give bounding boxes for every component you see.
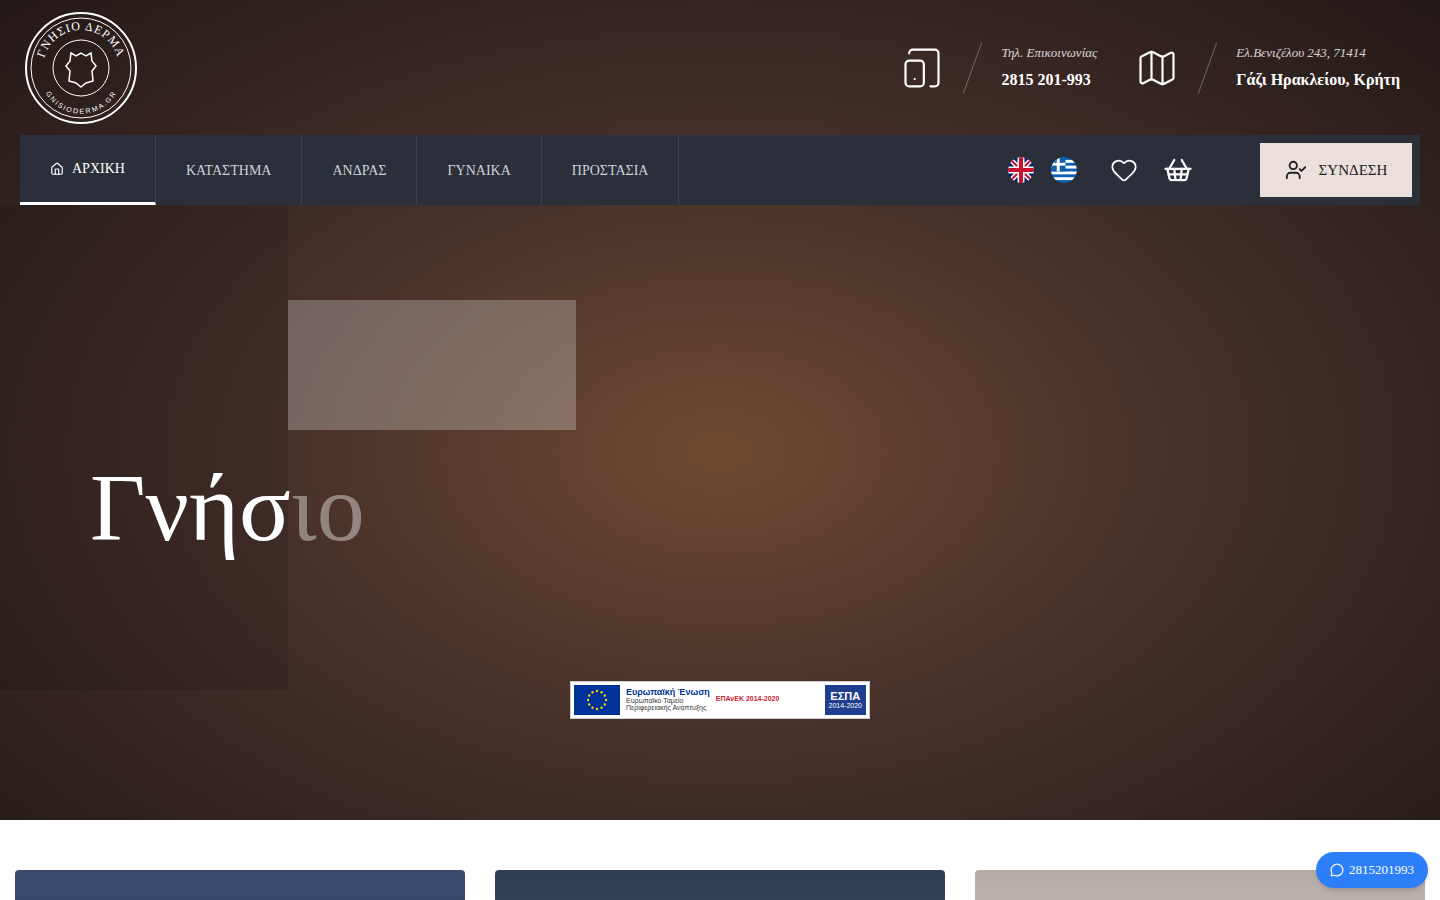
top-header: ΓΝΗΣΙΟ ΔΕΡΜΑGNISIODERMA.GR Τηλ. Επικοινων…: [0, 0, 1440, 135]
wishlist-heart-icon[interactable]: [1110, 156, 1138, 184]
hero: ΓΝΗΣΙΟ ΔΕΡΜΑGNISIODERMA.GR Τηλ. Επικοινων…: [0, 0, 1440, 820]
svg-text:GNISIODERMA.GR: GNISIODERMA.GR: [45, 89, 118, 114]
eu-text: Ευρωπαϊκή Ένωση: [626, 688, 710, 697]
contact-item: Τηλ. Επικοινωνίας 2815 201-993: [900, 41, 1097, 95]
logo[interactable]: ΓΝΗΣΙΟ ΔΕΡΜΑGNISIODERMA.GR: [24, 11, 138, 125]
nav-item[interactable]: ΓΥΝΑΙΚΑ: [417, 135, 541, 205]
divider: [1198, 42, 1217, 93]
greek-flag-icon[interactable]: [1051, 157, 1077, 183]
eu-flag-icon: [574, 685, 620, 715]
category-cards: [0, 820, 1440, 900]
leather-hide-icon: [66, 53, 96, 87]
category-card[interactable]: [495, 870, 945, 900]
chat-bubble-icon: [1330, 863, 1344, 877]
fund-text: Ευρωπαϊκό Ταμείο: [626, 697, 710, 704]
divider: [963, 42, 982, 93]
main-nav: ΑΡΧΙΚΗΚΑΤΑΣΤΗΜΑΑΝΔΡΑΣΓΥΝΑΙΚΑΠΡΟΣΤΑΣΙΑ ΣΥΝ…: [20, 135, 1420, 205]
fund-text: Περιφερειακής Ανάπτυξης: [626, 704, 710, 711]
contact-label: Τηλ. Επικοινωνίας: [1001, 43, 1097, 63]
contact-value[interactable]: 2815 201-993: [1001, 68, 1097, 92]
cart-basket-icon[interactable]: [1163, 155, 1193, 185]
contact-value[interactable]: Γάζι Ηρακλείου, Κρήτη: [1236, 68, 1400, 92]
nav-item[interactable]: ΑΝΔΡΑΣ: [302, 135, 417, 205]
nav-item[interactable]: ΑΡΧΙΚΗ: [20, 135, 156, 205]
page: ΓΝΗΣΙΟ ΔΕΡΜΑGNISIODERMA.GR Τηλ. Επικοινων…: [0, 0, 1440, 900]
hero-overlay-panel: [0, 205, 288, 690]
program-text: ΕΠΑνΕΚ 2014-2020: [716, 694, 780, 705]
chat-button[interactable]: 2815201993: [1316, 852, 1428, 888]
hero-title-fading: ιο: [291, 454, 365, 561]
uk-flag-icon[interactable]: [1008, 157, 1034, 183]
contact-label: Ελ.Βενιζέλου 243, 71414: [1236, 43, 1400, 63]
hero-overlay-box: [288, 300, 576, 430]
espa-banner[interactable]: Ευρωπαϊκή ΈνωσηΕυρωπαϊκό ΤαμείοΠεριφερει…: [570, 681, 870, 719]
login-button[interactable]: ΣΥΝΔΕΣΗ: [1260, 143, 1412, 197]
home-icon: [50, 162, 64, 176]
espa-logo: ΕΣΠΑ2014-2020: [825, 685, 866, 715]
phone-icon: [900, 46, 944, 90]
hero-title: Γνήσιο: [90, 455, 1440, 561]
user-check-icon: [1285, 159, 1307, 181]
map-icon: [1135, 46, 1179, 90]
category-card[interactable]: [15, 870, 465, 900]
contact-item: Ελ.Βενιζέλου 243, 71414 Γάζι Ηρακλείου, Κ…: [1135, 41, 1400, 95]
nav-item[interactable]: ΚΑΤΑΣΤΗΜΑ: [156, 135, 303, 205]
nav-item[interactable]: ΠΡΟΣΤΑΣΙΑ: [542, 135, 680, 205]
